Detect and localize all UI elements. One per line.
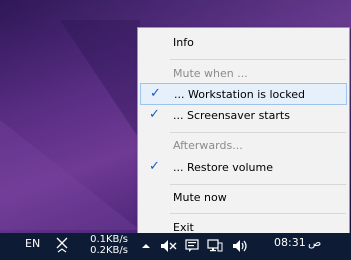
show-hidden-icons-arrow-icon[interactable] — [141, 239, 151, 256]
menu-separator — [170, 213, 346, 214]
clock-ampm[interactable]: ص — [308, 236, 321, 249]
menu-item-label: Mute now — [173, 191, 227, 204]
network-icon[interactable] — [207, 239, 223, 256]
menu-item-workstation-locked[interactable]: ✓ ... Workstation is locked — [140, 83, 347, 105]
wallpaper-facet — [60, 20, 140, 140]
network-speed-readout: 0.1KB/s 0.2KB/s — [86, 234, 128, 256]
language-indicator[interactable]: EN — [25, 237, 40, 250]
menu-item-info[interactable]: Info — [140, 32, 347, 54]
notification-icon[interactable] — [185, 239, 199, 256]
menu-header-afterwards: Afterwards... — [140, 135, 347, 157]
check-icon: ✓ — [149, 107, 160, 122]
menu-item-restore-volume[interactable]: ✓ ... Restore volume — [140, 157, 347, 179]
menu-header-mute-when: Mute when ... — [140, 63, 347, 85]
menu-item-label: Mute when ... — [173, 67, 248, 80]
menu-separator — [170, 132, 346, 133]
upload-speed: 0.1KB/s — [90, 234, 128, 245]
muted-speaker-icon[interactable] — [160, 239, 178, 256]
taskbar: EN 0.1KB/s 0.2KB/s 08:31 ص — [0, 233, 351, 260]
check-icon: ✓ — [150, 86, 161, 101]
tray-context-menu: Info Mute when ... ✓ ... Workstation is … — [137, 27, 350, 241]
download-speed: 0.2KB/s — [90, 245, 128, 256]
menu-item-label: Afterwards... — [173, 139, 243, 152]
menu-separator — [170, 184, 346, 185]
clock-time[interactable]: 08:31 — [274, 236, 306, 249]
menu-item-screensaver-starts[interactable]: ✓ ... Screensaver starts — [140, 105, 347, 127]
network-speed-icon — [55, 236, 69, 259]
menu-item-label: ... Restore volume — [173, 161, 273, 174]
menu-item-label: Info — [173, 36, 194, 49]
menu-separator — [170, 59, 346, 60]
check-icon: ✓ — [149, 159, 160, 174]
menu-item-label: ... Workstation is locked — [174, 88, 306, 101]
volume-icon[interactable] — [232, 239, 250, 256]
menu-item-label: ... Screensaver starts — [173, 109, 290, 122]
menu-item-mute-now[interactable]: Mute now — [140, 187, 347, 209]
